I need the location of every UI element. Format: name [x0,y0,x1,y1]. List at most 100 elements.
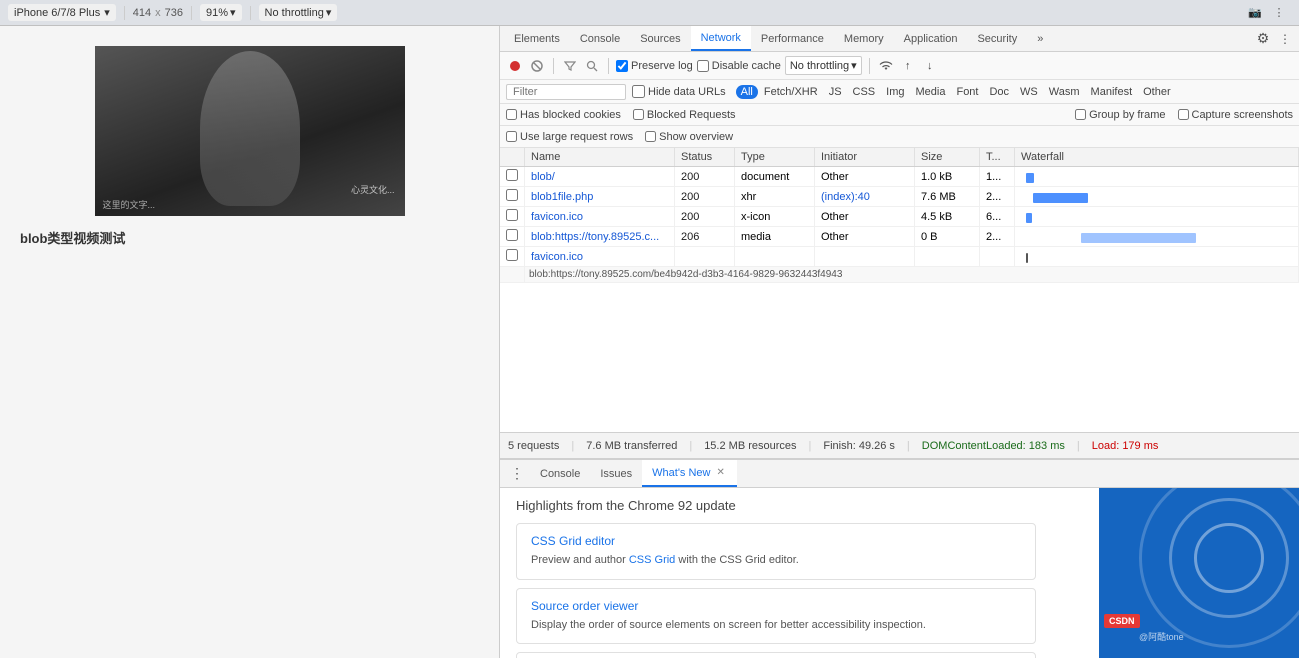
disable-cache-label[interactable]: Disable cache [697,60,781,72]
video-bottom-text: 这里的文字... [103,198,156,211]
col-time[interactable]: T... [980,148,1015,167]
large-rows-cb[interactable] [506,131,517,142]
row-checkbox[interactable] [506,249,518,261]
table-row[interactable]: favicon.ico [500,247,1299,267]
row-time: 6... [980,207,1015,227]
tab-network[interactable]: Network [691,26,751,51]
col-initiator[interactable]: Initiator [815,148,915,167]
table-row[interactable]: blob/ 200 document Other 1.0 kB 1... [500,167,1299,187]
hide-data-urls-label[interactable]: Hide data URLs [632,85,726,98]
tab-console[interactable]: Console [570,26,630,51]
hide-data-urls-checkbox[interactable] [632,85,645,98]
search-btn[interactable] [583,57,601,75]
row-initiator [815,247,915,267]
settings-gear-icon[interactable]: ⚙ [1251,27,1275,51]
filter-type-fetch[interactable]: Fetch/XHR [759,85,823,99]
capture-screenshot-btn[interactable]: 📷 [1243,3,1267,23]
col-waterfall[interactable]: Waterfall [1015,148,1299,167]
row-type: document [735,167,815,187]
capture-screenshots-cb[interactable] [1178,109,1189,120]
source-order-title[interactable]: Source order viewer [531,599,1021,613]
filter-type-manifest[interactable]: Manifest [1086,85,1138,99]
col-name[interactable]: Name [525,148,675,167]
show-overview-cb[interactable] [645,131,656,142]
table-row[interactable]: blob:https://tony.89525.c... 206 media O… [500,227,1299,247]
table-row[interactable]: blob1file.php 200 xhr (index):40 7.6 MB … [500,187,1299,207]
large-rows-label[interactable]: Use large request rows [506,131,633,143]
has-blocked-cookies-label[interactable]: Has blocked cookies [506,109,621,121]
tab-elements[interactable]: Elements [504,26,570,51]
more-options-btn[interactable]: ⋮ [1267,3,1291,23]
throttle-dropdown[interactable]: No throttling ▾ [785,56,862,75]
tab-more[interactable]: » [1027,26,1053,51]
blocked-requests-cb[interactable] [633,109,644,120]
row-type: xhr [735,187,815,207]
disable-cache-checkbox[interactable] [697,60,709,72]
row-checkbox[interactable] [506,229,518,241]
watermark-text: @阿酷tone [1139,630,1184,643]
device-selector[interactable]: iPhone 6/7/8 Plus ▾ [8,4,116,21]
tab-console-bottom[interactable]: Console [530,460,590,487]
record-btn[interactable] [506,57,524,75]
throttle-selector[interactable]: No throttling ▾ [259,4,338,21]
filter-type-js[interactable]: JS [824,85,847,99]
preserve-log-checkbox[interactable] [616,60,628,72]
row-checkbox[interactable] [506,169,518,181]
separator3 [250,6,251,20]
css-grid-editor-desc: Preview and author CSS Grid with the CSS… [531,552,1021,569]
filter-type-media[interactable]: Media [911,85,951,99]
console-tab-label: Console [540,468,580,480]
disable-cache-text: Disable cache [712,60,781,72]
group-by-frame-label[interactable]: Group by frame [1075,109,1165,121]
css-grid-link[interactable]: CSS Grid [629,554,675,566]
blocked-requests-label[interactable]: Blocked Requests [633,109,736,121]
row-name: blob:https://tony.89525.c... [525,227,675,247]
tab-whats-new-bottom[interactable]: What's New ✕ [642,460,737,487]
tab-application[interactable]: Application [894,26,968,51]
filter-type-other[interactable]: Other [1138,85,1176,99]
filter-type-ws[interactable]: WS [1015,85,1043,99]
checks-row2: Use large request rows Show overview [500,126,1299,148]
tab-sources[interactable]: Sources [630,26,690,51]
col-status[interactable]: Status [675,148,735,167]
capture-screenshots-label[interactable]: Capture screenshots [1178,109,1294,121]
row-size: 0 B [915,227,980,247]
filter-type-font[interactable]: Font [951,85,983,99]
whats-new-close-btn[interactable]: ✕ [715,467,727,478]
css-grid-editor-title[interactable]: CSS Grid editor [531,534,1021,548]
filter-btn[interactable] [561,57,579,75]
group-by-frame-cb[interactable] [1075,109,1086,120]
zoom-selector[interactable]: 91% ▾ [200,4,242,21]
preserve-log-label[interactable]: Preserve log [616,60,693,72]
wifi-icon[interactable] [877,57,895,75]
bottom-dots-icon[interactable]: ⋮ [504,465,530,482]
col-type[interactable]: Type [735,148,815,167]
row-waterfall [1015,247,1299,267]
filter-type-css[interactable]: CSS [848,85,881,99]
tab-memory[interactable]: Memory [834,26,894,51]
devtools-more-icon[interactable]: ⋮ [1275,27,1295,51]
toolbar-sep2 [608,58,609,74]
upload-icon[interactable]: ↑ [899,57,917,75]
table-row[interactable]: favicon.ico 200 x-icon Other 4.5 kB 6... [500,207,1299,227]
has-blocked-cookies-text: Has blocked cookies [520,109,621,121]
width-value: 414 [133,7,151,19]
tab-security[interactable]: Security [967,26,1027,51]
filter-input[interactable] [506,84,626,100]
filter-type-img[interactable]: Img [881,85,909,99]
row-checkbox[interactable] [506,209,518,221]
filter-type-all[interactable]: All [736,85,758,99]
dimensions: 414 x 736 [133,7,183,19]
download-icon[interactable]: ↓ [921,57,939,75]
clear-btn[interactable] [528,57,546,75]
whats-new-card-lighthouse: Lighthouse 7.5 Easily view all the JavaS… [516,652,1036,658]
has-blocked-cookies-cb[interactable] [506,109,517,120]
row-checkbox[interactable] [506,189,518,201]
show-overview-label[interactable]: Show overview [645,131,733,143]
col-size[interactable]: Size [915,148,980,167]
tab-performance[interactable]: Performance [751,26,834,51]
tab-issues-bottom[interactable]: Issues [590,460,642,487]
filter-type-wasm[interactable]: Wasm [1044,85,1085,99]
whats-new-title: Highlights from the Chrome 92 update [516,498,1083,513]
filter-type-doc[interactable]: Doc [984,85,1014,99]
